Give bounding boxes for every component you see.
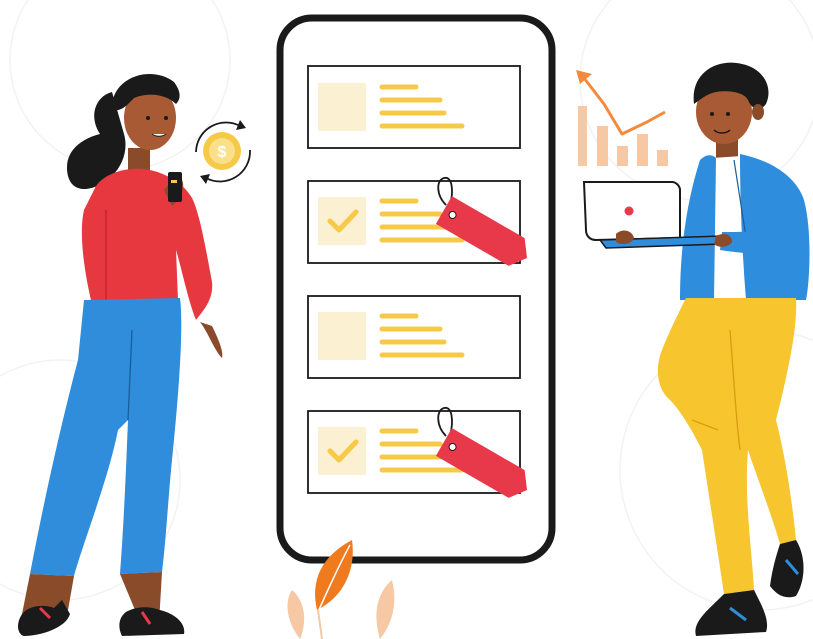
card-thumbnail bbox=[318, 312, 366, 360]
card-thumbnail bbox=[318, 197, 366, 245]
card-thumbnail bbox=[318, 427, 366, 475]
list-card-1 bbox=[307, 65, 521, 149]
card-thumbnail bbox=[318, 83, 366, 131]
growth-chart-icon bbox=[576, 70, 668, 166]
list-card-3 bbox=[307, 295, 521, 379]
woman-with-phone bbox=[18, 74, 223, 636]
svg-text:$: $ bbox=[218, 144, 227, 161]
dollar-coin-exchange-icon: $ bbox=[195, 120, 251, 184]
illustration-scene: $ bbox=[0, 0, 813, 639]
